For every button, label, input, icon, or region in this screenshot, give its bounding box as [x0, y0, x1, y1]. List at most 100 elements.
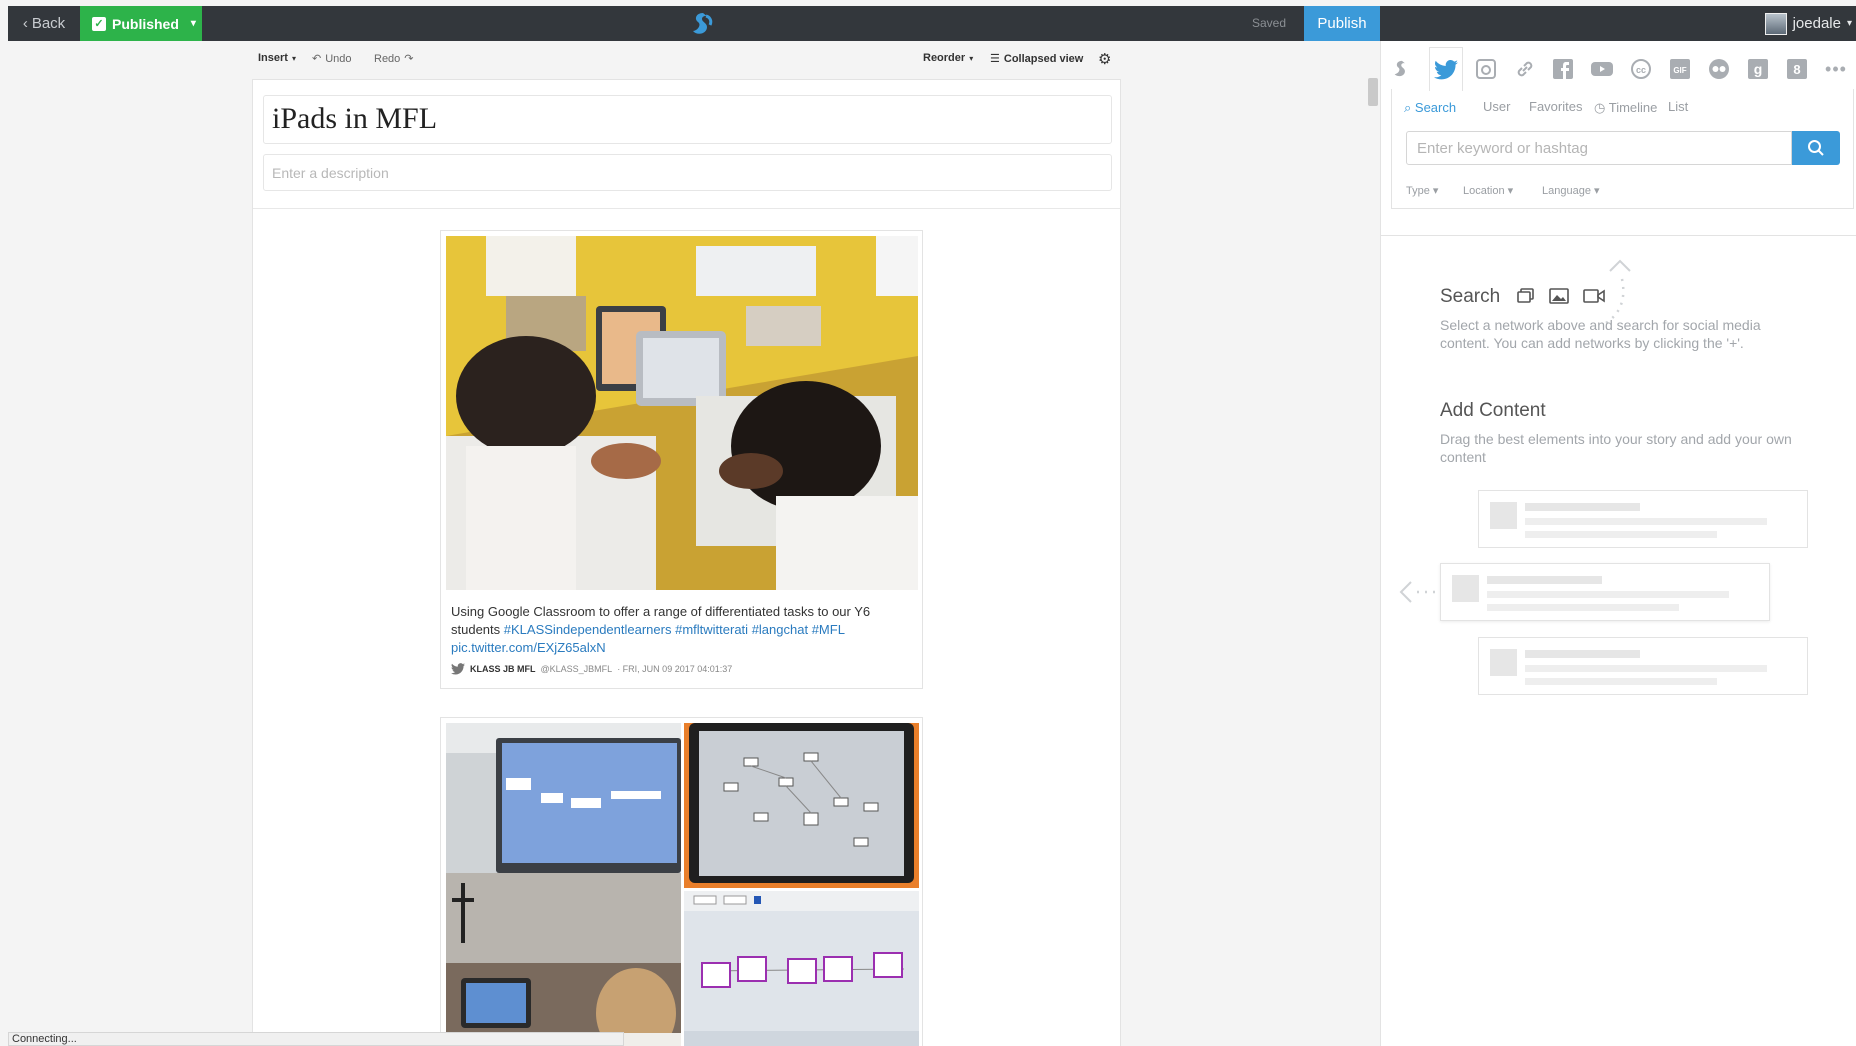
story-canvas: iPads in MFL Enter a description Using G… [252, 79, 1121, 1046]
media-link[interactable]: pic.twitter.com/EXjZ65alxN [451, 640, 606, 655]
tab-search[interactable]: ⌕ Search [1404, 100, 1456, 116]
flickr-icon[interactable] [1706, 55, 1732, 83]
filter-language[interactable]: Language ▾ [1542, 184, 1600, 197]
screen-cards-photo [684, 891, 919, 1046]
text-icon [1517, 288, 1534, 303]
filter-location[interactable]: Location ▾ [1463, 184, 1513, 197]
undo-button[interactable]: ↶ Undo [312, 52, 352, 66]
facebook-icon[interactable] [1550, 55, 1576, 83]
reorder-label: Reorder [923, 52, 966, 64]
clock-icon: ◷ [1594, 100, 1606, 115]
settings-gear-icon[interactable]: ⚙ [1098, 50, 1111, 68]
list-icon: ☰ [990, 53, 1000, 65]
twitter-icon [451, 663, 465, 675]
user-menu[interactable]: joedale ▾ [1764, 6, 1856, 41]
tweet-text: Using Google Classroom to offer a range … [451, 603, 911, 657]
divider [1381, 235, 1856, 236]
arrow-left-icon [1399, 581, 1435, 603]
chevron-down-icon: ▾ [1846, 18, 1852, 29]
tweet-card[interactable]: Using Google Classroom to offer a range … [440, 230, 923, 689]
scrollbar-thumb[interactable] [1368, 78, 1378, 106]
collapsed-view-toggle[interactable]: ☰ Collapsed view [990, 52, 1084, 66]
divider [253, 208, 1120, 209]
tweet-meta: KLASS JB MFL @KLASS_JBMFL · FRI, JUN 09 … [451, 663, 732, 675]
chevron-down-icon: ▾ [190, 18, 196, 29]
google-icon[interactable]: g [1745, 55, 1771, 83]
instagram-icon[interactable] [1473, 55, 1499, 83]
insert-label: Insert [258, 52, 288, 64]
avatar [1764, 12, 1787, 35]
storify-icon[interactable] [1389, 55, 1415, 83]
hashtag-link[interactable]: #langchat [752, 622, 808, 637]
storify-editor: { "topbar": { "back_label": "Back", "pub… [0, 0, 1856, 1046]
media-card[interactable] [440, 717, 923, 1046]
svg-text:8: 8 [1793, 62, 1800, 77]
username: joedale [1792, 15, 1841, 32]
published-dropdown[interactable]: ✓ Published ▾ [80, 6, 202, 41]
redo-button[interactable]: Redo ↷ [374, 52, 414, 66]
help-search-text: Select a network above and search for so… [1440, 317, 1761, 351]
undo-icon: ↶ [312, 53, 322, 65]
ipad-popplet-photo [684, 723, 919, 888]
content-panel: cc GIF g 8 ••• ⌕ Search User Favorites ◷… [1380, 41, 1856, 1046]
twitter-icon[interactable] [1429, 47, 1463, 91]
gif-icon[interactable]: GIF [1667, 55, 1693, 83]
google-plus-icon[interactable]: 8 [1784, 55, 1810, 83]
search-section: ⌕ Search User Favorites ◷ Timeline List … [1391, 89, 1854, 209]
more-icon[interactable]: ••• [1823, 55, 1849, 83]
hashtag-link[interactable]: #MFL [812, 622, 845, 637]
tweet-author-name[interactable]: KLASS JB MFL [470, 664, 536, 674]
help-media-icons [1517, 287, 1605, 305]
story-description-field[interactable]: Enter a description [263, 154, 1112, 191]
creative-commons-icon[interactable]: cc [1628, 55, 1654, 83]
tweet-timestamp[interactable]: · FRI, JUN 09 2017 04:01:37 [617, 664, 732, 674]
help-add-title: Add Content [1440, 400, 1546, 421]
help-search-title: Search [1440, 286, 1501, 307]
status-bar: Connecting... [8, 1032, 624, 1046]
filter-language-label: Language [1542, 185, 1591, 197]
video-icon [1583, 289, 1605, 303]
storify-logo-icon[interactable] [688, 10, 718, 38]
publish-button[interactable]: Publish [1304, 6, 1380, 41]
check-icon: ✓ [92, 16, 106, 31]
insert-dropdown[interactable]: Insert ▾ [258, 52, 296, 64]
saved-status: Saved [1252, 16, 1287, 30]
link-icon[interactable] [1512, 55, 1538, 83]
tab-list[interactable]: List [1668, 99, 1688, 114]
tab-user[interactable]: User [1483, 99, 1510, 114]
top-bar: ‹ Back ✓ Published ▾ Saved Publish joeda… [8, 6, 1856, 41]
tweet-author-handle[interactable]: @KLASS_JBMFL [541, 664, 613, 674]
network-bar: cc GIF g 8 ••• [1381, 47, 1856, 91]
tab-timeline[interactable]: ◷ Timeline [1594, 100, 1657, 116]
placeholder-card [1440, 563, 1770, 621]
filter-type[interactable]: Type ▾ [1406, 184, 1438, 197]
svg-text:cc: cc [1636, 65, 1646, 75]
search-button[interactable] [1792, 131, 1840, 165]
hashtag-link[interactable]: #KLASSindependentlearners [504, 622, 672, 637]
tab-favorites[interactable]: Favorites [1529, 99, 1582, 114]
back-button[interactable]: ‹ Back [8, 6, 80, 41]
reorder-dropdown[interactable]: Reorder ▾ [923, 52, 973, 64]
classroom-photo [446, 236, 918, 590]
collapsed-view-label: Collapsed view [1003, 52, 1084, 65]
chevron-down-icon: ▾ [969, 53, 974, 63]
search-icon [1808, 140, 1824, 156]
filter-location-label: Location [1463, 185, 1505, 197]
story-title-field[interactable]: iPads in MFL [263, 95, 1112, 144]
redo-icon: ↷ [404, 53, 414, 65]
tab-search-label: Search [1414, 100, 1457, 115]
undo-label: Undo [325, 52, 352, 65]
editor-toolbar: Insert ▾ ↶ Undo Redo ↷ Reorder ▾ ☰ Colla… [258, 50, 1120, 70]
whiteboard-photo [446, 723, 681, 1046]
image-icon [1549, 288, 1569, 304]
svg-text:GIF: GIF [1673, 66, 1686, 75]
placeholder-card [1478, 637, 1808, 695]
youtube-icon[interactable] [1589, 55, 1615, 83]
hashtag-link[interactable]: #mfltwitterati [675, 622, 748, 637]
search-icon: ⌕ [1404, 100, 1412, 115]
published-label: Published [112, 15, 179, 32]
search-input[interactable]: Enter keyword or hashtag [1406, 131, 1792, 165]
chevron-left-icon: ‹ [22, 15, 28, 32]
redo-label: Redo [374, 52, 401, 65]
help-add-text: Drag the best elements into your story a… [1440, 431, 1792, 465]
